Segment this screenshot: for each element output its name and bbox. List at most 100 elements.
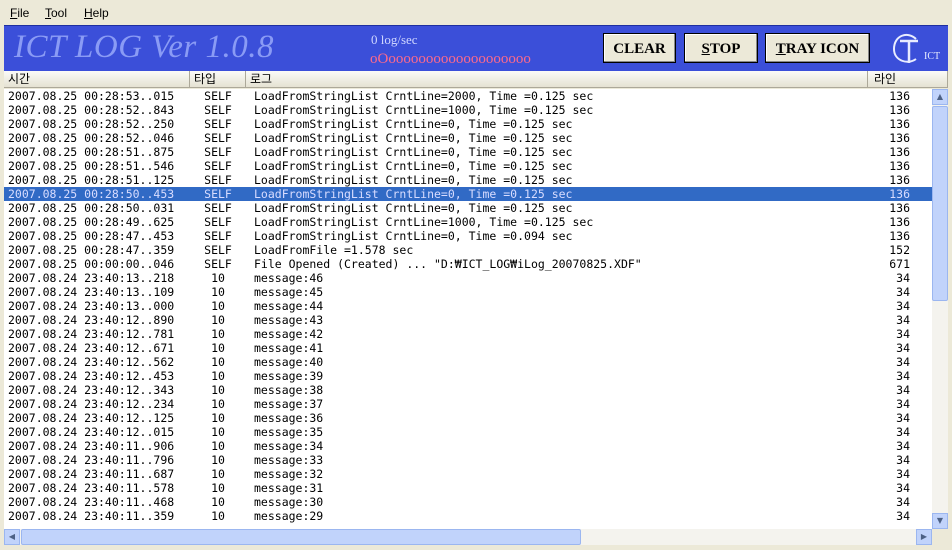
scroll-down-icon[interactable]: ▼ <box>932 513 948 529</box>
cell-time: 2007.08.24 23:40:12..125 <box>8 411 175 425</box>
table-row[interactable]: 2007.08.24 23:40:12..234 10 message:37 34 <box>4 397 932 411</box>
cell-msg: message:41 <box>254 341 324 355</box>
table-row[interactable]: 2007.08.24 23:40:11..687 10 message:32 34 <box>4 467 932 481</box>
table-row[interactable]: 2007.08.24 23:40:13..109 10 message:45 34 <box>4 285 932 299</box>
cell-msg: LoadFromFile =1.578 sec <box>254 243 414 257</box>
cell-time: 2007.08.25 00:28:50..453 <box>8 187 175 201</box>
cell-msg: message:31 <box>254 481 324 495</box>
cell-line: 671 <box>889 257 910 271</box>
scrollbar-corner <box>932 529 948 545</box>
log-list[interactable]: 2007.08.25 00:28:53..015 SELF LoadFromStri… <box>4 89 932 529</box>
horizontal-scrollbar[interactable]: ◀ ▶ <box>4 529 932 545</box>
cell-msg: LoadFromStringList CrntLine=0, Time =0.1… <box>254 159 573 173</box>
cell-time: 2007.08.25 00:28:47..453 <box>8 229 175 243</box>
table-row[interactable]: 2007.08.24 23:40:11..578 10 message:31 34 <box>4 481 932 495</box>
cell-type: SELF <box>204 89 232 103</box>
menu-file[interactable]: File <box>10 6 29 20</box>
table-row[interactable]: 2007.08.24 23:40:12..125 10 message:36 34 <box>4 411 932 425</box>
scroll-up-icon[interactable]: ▲ <box>932 89 948 105</box>
table-row[interactable]: 2007.08.24 23:40:11..796 10 message:33 34 <box>4 453 932 467</box>
table-row[interactable]: 2007.08.25 00:28:51..125 SELF LoadFromStri… <box>4 173 932 187</box>
cell-time: 2007.08.24 23:40:11..796 <box>8 453 175 467</box>
table-row[interactable]: 2007.08.24 23:40:13..218 10 message:46 34 <box>4 271 932 285</box>
cell-type: 10 <box>211 467 225 481</box>
cell-type: 10 <box>211 299 225 313</box>
cell-msg: message:44 <box>254 299 324 313</box>
vertical-scrollbar[interactable]: ▲ ▼ <box>932 89 948 529</box>
cell-msg: message:40 <box>254 355 324 369</box>
cell-msg: LoadFromStringList CrntLine=0, Time =0.1… <box>254 173 573 187</box>
menu-tool[interactable]: Tool <box>45 6 67 20</box>
table-row[interactable]: 2007.08.24 23:40:11..359 10 message:29 34 <box>4 509 932 523</box>
table-row[interactable]: 2007.08.25 00:00:00..046 SELF File Opened … <box>4 257 932 271</box>
cell-time: 2007.08.24 23:40:13..109 <box>8 285 175 299</box>
table-row[interactable]: 2007.08.24 23:40:12..343 10 message:38 34 <box>4 383 932 397</box>
cell-time: 2007.08.24 23:40:11..687 <box>8 467 175 481</box>
cell-msg: message:35 <box>254 425 324 439</box>
stop-button[interactable]: STOP <box>684 33 758 63</box>
vertical-scroll-thumb[interactable] <box>932 106 948 301</box>
table-row[interactable]: 2007.08.25 00:28:50..453 SELF LoadFromStri… <box>4 187 932 201</box>
cell-type: 10 <box>211 271 225 285</box>
cell-msg: message:45 <box>254 285 324 299</box>
table-row[interactable]: 2007.08.25 00:28:47..453 SELF LoadFromStri… <box>4 229 932 243</box>
table-row[interactable]: 2007.08.25 00:28:51..875 SELF LoadFromStri… <box>4 145 932 159</box>
column-time[interactable]: 시간 <box>4 71 190 88</box>
cell-msg: message:37 <box>254 397 324 411</box>
table-row[interactable]: 2007.08.25 00:28:53..015 SELF LoadFromStri… <box>4 89 932 103</box>
menu-help[interactable]: Help <box>84 6 109 20</box>
cell-msg: message:43 <box>254 313 324 327</box>
cell-time: 2007.08.25 00:28:49..625 <box>8 215 175 229</box>
cell-msg: LoadFromStringList CrntLine=0, Time =0.1… <box>254 131 573 145</box>
cell-line: 34 <box>896 341 910 355</box>
tray-icon-button[interactable]: TRAY ICON <box>765 33 870 63</box>
cell-type: 10 <box>211 383 225 397</box>
column-type[interactable]: 타입 <box>190 71 246 88</box>
table-row[interactable]: 2007.08.24 23:40:13..000 10 message:44 34 <box>4 299 932 313</box>
cell-line: 136 <box>889 201 910 215</box>
cell-msg: File Opened (Created) ... "D:₩ICT_LOG₩iL… <box>254 257 642 271</box>
table-row[interactable]: 2007.08.25 00:28:51..546 SELF LoadFromStri… <box>4 159 932 173</box>
table-row[interactable]: 2007.08.24 23:40:12..890 10 message:43 34 <box>4 313 932 327</box>
cell-line: 34 <box>896 397 910 411</box>
table-row[interactable]: 2007.08.24 23:40:11..468 10 message:30 34 <box>4 495 932 509</box>
table-row[interactable]: 2007.08.25 00:28:49..625 SELF LoadFromStri… <box>4 215 932 229</box>
clear-button[interactable]: CLEAR <box>603 33 676 63</box>
scroll-right-icon[interactable]: ▶ <box>916 529 932 545</box>
cell-time: 2007.08.25 00:28:52..843 <box>8 103 175 117</box>
cell-time: 2007.08.24 23:40:12..562 <box>8 355 175 369</box>
table-row[interactable]: 2007.08.24 23:40:12..562 10 message:40 34 <box>4 355 932 369</box>
table-row[interactable]: 2007.08.25 00:28:50..031 SELF LoadFromStri… <box>4 201 932 215</box>
cell-type: SELF <box>204 117 232 131</box>
column-line[interactable]: 라인 <box>868 71 948 88</box>
cell-time: 2007.08.24 23:40:12..453 <box>8 369 175 383</box>
cell-line: 136 <box>889 145 910 159</box>
cell-type: 10 <box>211 509 225 523</box>
cell-line: 34 <box>896 509 910 523</box>
table-row[interactable]: 2007.08.25 00:28:47..359 SELF LoadFromFile… <box>4 243 932 257</box>
table-row[interactable]: 2007.08.24 23:40:12..781 10 message:42 34 <box>4 327 932 341</box>
table-row[interactable]: 2007.08.24 23:40:12..671 10 message:41 34 <box>4 341 932 355</box>
cell-msg: LoadFromStringList CrntLine=0, Time =0.0… <box>254 229 573 243</box>
cell-msg: LoadFromStringList CrntLine=0, Time =0.1… <box>254 187 573 201</box>
cell-line: 136 <box>889 103 910 117</box>
cell-line: 34 <box>896 481 910 495</box>
table-row[interactable]: 2007.08.24 23:40:12..453 10 message:39 34 <box>4 369 932 383</box>
cell-line: 34 <box>896 495 910 509</box>
horizontal-scroll-thumb[interactable] <box>21 529 581 545</box>
cell-line: 34 <box>896 383 910 397</box>
table-row[interactable]: 2007.08.24 23:40:12..015 10 message:35 34 <box>4 425 932 439</box>
table-row[interactable]: 2007.08.24 23:40:11..906 10 message:34 34 <box>4 439 932 453</box>
table-row[interactable]: 2007.08.25 00:28:52..046 SELF LoadFromStri… <box>4 131 932 145</box>
cell-time: 2007.08.25 00:28:51..875 <box>8 145 175 159</box>
scroll-left-icon[interactable]: ◀ <box>4 529 20 545</box>
cell-type: 10 <box>211 411 225 425</box>
table-row[interactable]: 2007.08.25 00:28:52..843 SELF LoadFromStri… <box>4 103 932 117</box>
cell-type: 10 <box>211 439 225 453</box>
table-row[interactable]: 2007.08.25 00:28:52..250 SELF LoadFromStri… <box>4 117 932 131</box>
cell-type: SELF <box>204 215 232 229</box>
cell-line: 34 <box>896 411 910 425</box>
cell-type: SELF <box>204 173 232 187</box>
cell-line: 136 <box>889 89 910 103</box>
column-log[interactable]: 로그 <box>246 71 868 88</box>
